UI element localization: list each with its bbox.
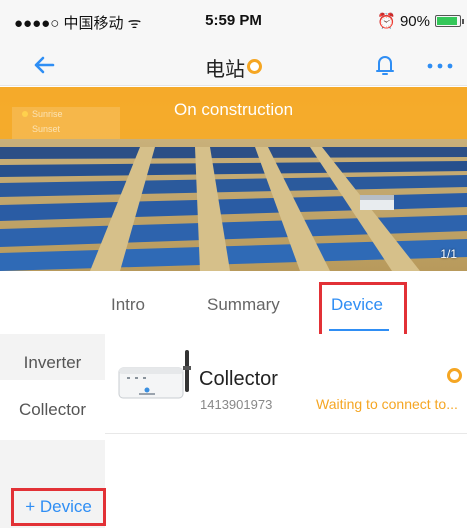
warning-status-icon (447, 368, 462, 383)
collector-device-image (118, 350, 191, 399)
station-status-icon (247, 59, 262, 74)
list-item[interactable]: Collector 1413901973 Waiting to connect … (105, 334, 467, 434)
nav-bar: 电站 (0, 44, 467, 86)
battery-icon (435, 15, 464, 27)
sunrise-row: Sunrise (22, 109, 63, 119)
bell-icon (376, 56, 394, 75)
notification-button[interactable] (370, 50, 400, 80)
add-device-button[interactable]: + Device (11, 488, 106, 526)
status-bar: ●●●●○ 中国移动 ᯤ 5:59 PM ⏰ 90% (0, 0, 467, 44)
tab-intro[interactable]: Intro (111, 295, 145, 315)
station-photo[interactable]: On construction Sunrise Sunset 1/1 (0, 87, 467, 271)
more-button[interactable] (420, 50, 460, 80)
device-status: Waiting to connect to... (316, 396, 458, 412)
battery-indicator: ⏰ 90% (377, 12, 464, 30)
tab-summary[interactable]: Summary (207, 295, 280, 315)
sun-icon (22, 111, 28, 117)
device-serial: 1413901973 (200, 397, 273, 412)
sidebar-item-collector[interactable]: Collector (0, 380, 105, 440)
tab-bar: Intro Summary Device (0, 271, 467, 337)
sunrise-label: Sunrise (32, 109, 63, 119)
device-name: Collector (199, 368, 278, 390)
page-title-text: 电站 (205, 59, 245, 81)
battery-percent: ⏰ 90% (377, 13, 430, 30)
more-icon (427, 63, 453, 69)
highlight-box-device-tab (319, 282, 407, 337)
sun-times-legend: Sunrise Sunset (12, 107, 120, 139)
sunset-label: Sunset (32, 124, 61, 134)
photo-pager: 1/1 (440, 247, 457, 261)
